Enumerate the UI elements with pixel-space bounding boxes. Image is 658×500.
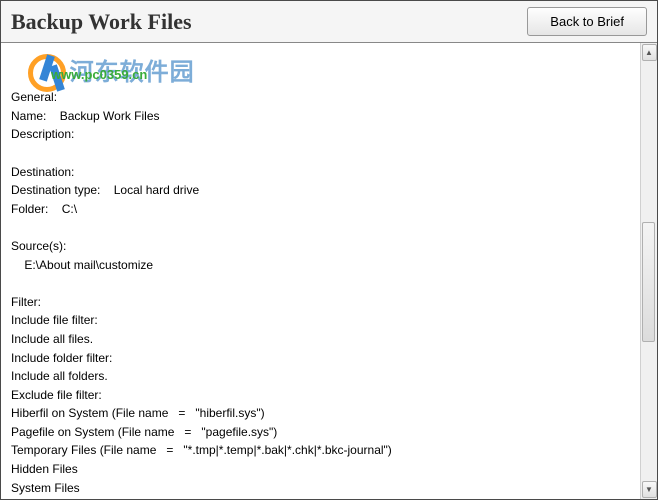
destination-type-value: Local hard drive: [114, 183, 199, 197]
scrollbar-track[interactable]: [641, 62, 657, 480]
scrollbar-thumb[interactable]: [642, 222, 655, 342]
exclude-rule: Hidden Files: [11, 462, 78, 476]
report-content: 河东软件园 www.pc0359.cn General: Name: Backu…: [1, 43, 640, 499]
exclude-rule: Pagefile on System (File name = "pagefil…: [11, 425, 277, 439]
general-heading: General:: [11, 88, 57, 107]
exclude-folder-filter-label: Exclude folder filter:: [11, 497, 116, 499]
watermark-logo-icon: 河东软件园: [28, 54, 195, 92]
folder-label: Folder:: [11, 200, 48, 219]
exclude-rule: Temporary Files (File name = "*.tmp|*.te…: [11, 443, 392, 457]
destination-type-label: Destination type:: [11, 181, 100, 200]
exclude-file-filter-label: Exclude file filter:: [11, 386, 102, 405]
window-header: Backup Work Files Back to Brief: [1, 1, 657, 43]
description-label: Description:: [11, 125, 74, 144]
exclude-rule: System Files: [11, 481, 80, 495]
scroll-down-button[interactable]: ▼: [642, 481, 657, 498]
destination-heading: Destination:: [11, 163, 74, 182]
back-to-brief-button[interactable]: Back to Brief: [527, 7, 647, 36]
filter-heading: Filter:: [11, 293, 41, 312]
source-path: E:\About mail\customize: [24, 258, 153, 272]
include-folder-filter-value: Include all folders.: [11, 369, 108, 383]
backup-summary-window: Backup Work Files Back to Brief 河东软件园 ww…: [0, 0, 658, 500]
name-value: Backup Work Files: [60, 109, 160, 123]
include-file-filter-label: Include file filter:: [11, 311, 98, 330]
vertical-scrollbar[interactable]: ▲ ▼: [640, 43, 657, 499]
watermark-url: www.pc0359.cn: [51, 65, 147, 85]
include-file-filter-value: Include all files.: [11, 332, 93, 346]
watermark-brand-text: 河东软件园: [70, 54, 195, 91]
body-wrap: 河东软件园 www.pc0359.cn General: Name: Backu…: [1, 43, 657, 499]
include-folder-filter-label: Include folder filter:: [11, 349, 112, 368]
name-label: Name:: [11, 107, 46, 126]
folder-value: C:\: [62, 202, 77, 216]
source-heading: Source(s):: [11, 237, 66, 256]
page-title: Backup Work Files: [11, 9, 192, 35]
scroll-up-button[interactable]: ▲: [642, 44, 657, 61]
exclude-rule: Hiberfil on System (File name = "hiberfi…: [11, 406, 265, 420]
